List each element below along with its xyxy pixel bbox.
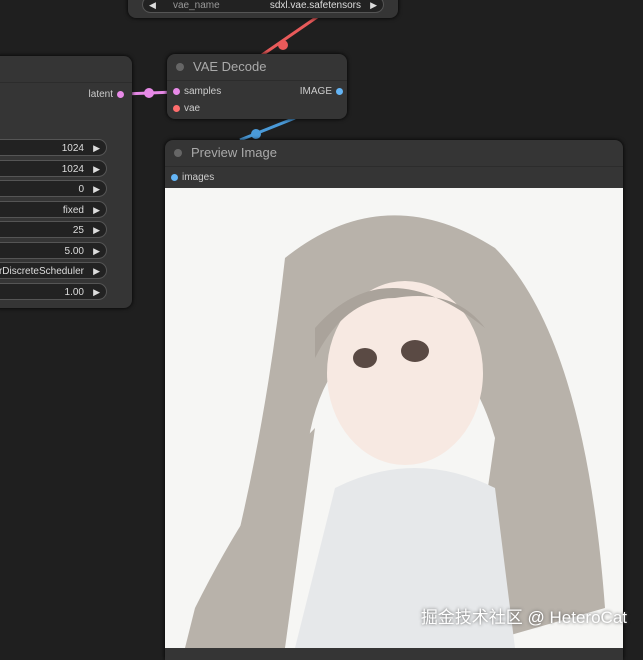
slot-dot-icon[interactable]	[171, 173, 178, 181]
input-vae[interactable]: vae	[169, 103, 200, 114]
widget-label: vae_name	[173, 0, 220, 11]
widget-value: 1024	[61, 163, 84, 175]
collapse-dot-icon[interactable]	[174, 149, 182, 157]
node-title[interactable]: Preview Image	[165, 140, 623, 167]
title-text: Preview Image	[191, 145, 277, 160]
slot-dot-icon[interactable]	[336, 87, 343, 95]
widget-value: 25	[72, 225, 84, 236]
arrow-right-icon[interactable]: ▶	[93, 222, 100, 239]
arrow-right-icon[interactable]: ▶	[93, 243, 100, 260]
widget-value: sdxl.vae.safetensors	[269, 0, 361, 11]
arrow-right-icon[interactable]: ▶	[370, 0, 377, 14]
ksampler-node[interactable]: latent 1024 ▶ 1024 ▶ 0 ▶ fixed ▶ 25 ▶ 5.00 ▶ erDiscr…	[0, 56, 132, 308]
widget-0[interactable]: 1024 ▶	[0, 139, 107, 156]
preview-image-node[interactable]: Preview Image images	[165, 140, 623, 660]
vae-link-midpoint	[278, 40, 288, 50]
watermark: 掘金技术社区 @ HeteroCat	[420, 608, 627, 627]
widget-7[interactable]: 1.00 ▶	[0, 282, 107, 301]
widget-6[interactable]: erDiscreteScheduler ▶	[0, 262, 107, 279]
latent-link-midpoint	[144, 88, 154, 98]
arrow-left-icon[interactable]: ◀	[149, 0, 156, 14]
widget-value: fixed	[62, 204, 84, 216]
vae-name-widget[interactable]: ◀ vae_name sdxl.vae.safetensors ▶	[142, 0, 384, 13]
preview-image[interactable]	[165, 188, 623, 648]
slot-dot-icon[interactable]	[173, 104, 180, 112]
image-link-midpoint	[251, 129, 261, 139]
widget-value: erDiscreteScheduler	[0, 266, 84, 277]
output-latent[interactable]: latent	[89, 89, 128, 100]
output-image[interactable]: IMAGE	[300, 86, 347, 97]
widget-2[interactable]: 0 ▶	[0, 180, 107, 197]
widget-value: 5.00	[64, 245, 84, 257]
vae-decode-node[interactable]: VAE Decode samples vae IMAGE	[167, 54, 347, 119]
arrow-right-icon[interactable]: ▶	[93, 161, 100, 178]
arrow-right-icon[interactable]: ▶	[93, 140, 100, 157]
widget-value: 0	[78, 184, 84, 195]
widget-1[interactable]: 1024 ▶	[0, 159, 107, 178]
widget-5[interactable]: 5.00 ▶	[0, 241, 107, 260]
vae-link	[261, 13, 321, 57]
arrow-right-icon[interactable]: ▶	[93, 202, 100, 219]
arrow-right-icon[interactable]: ▶	[93, 263, 100, 280]
vae-loader-node[interactable]: ◀ vae_name sdxl.vae.safetensors ▶	[128, 0, 398, 18]
slot-label: vae	[184, 103, 201, 114]
slot-dot-icon[interactable]	[117, 90, 124, 98]
image-link	[239, 116, 296, 142]
input-images[interactable]: images	[167, 172, 214, 183]
widget-value: 1.00	[64, 286, 84, 298]
slot-label: IMAGE	[299, 86, 332, 97]
widget-value: 1024	[61, 143, 84, 154]
input-samples[interactable]: samples	[169, 86, 221, 97]
slot-label: samples	[184, 86, 222, 97]
title-text: VAE Decode	[193, 59, 267, 74]
arrow-right-icon[interactable]: ▶	[93, 181, 100, 198]
widget-4[interactable]: 25 ▶	[0, 221, 107, 238]
slot-label: latent	[88, 89, 113, 100]
widget-3[interactable]: fixed ▶	[0, 200, 107, 219]
collapse-dot-icon[interactable]	[176, 63, 184, 71]
slot-label: images	[182, 172, 215, 183]
node-title[interactable]	[0, 56, 132, 83]
arrow-right-icon[interactable]: ▶	[93, 284, 100, 301]
slot-dot-icon[interactable]	[173, 87, 180, 95]
node-title[interactable]: VAE Decode	[167, 54, 347, 81]
